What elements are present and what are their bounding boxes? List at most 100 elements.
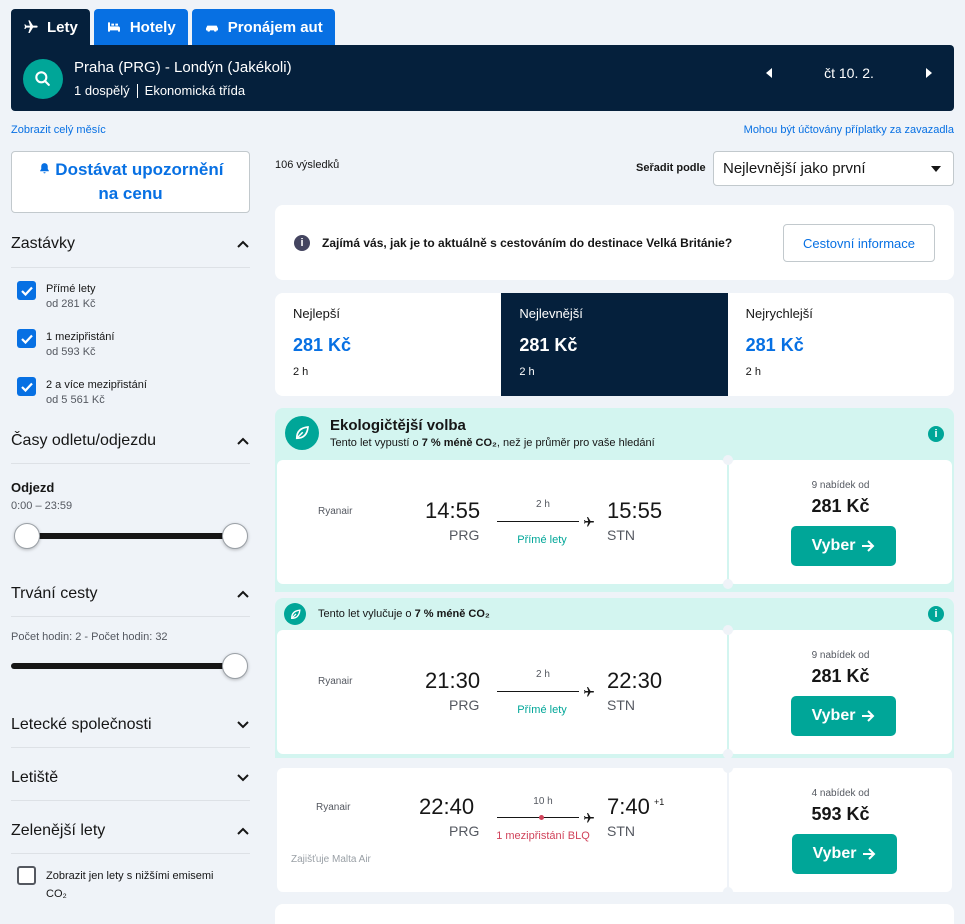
passengers-text: 1 dospělý <box>74 83 130 98</box>
eco-description: Tento let vypustí o 7 % méně CO₂, než je… <box>330 437 655 449</box>
tab-label: Pronájem aut <box>227 18 323 36</box>
tab-car-hire[interactable]: Pronájem aut <box>191 9 335 45</box>
flight-price: 593 Kč <box>811 804 870 824</box>
flight-leg[interactable]: Ryanair 21:30 PRG 2 h Přímé lety 22:30 S… <box>277 630 727 754</box>
select-flight-button[interactable]: Vyber <box>791 526 896 566</box>
flight-card[interactable]: Ryanair 14:55 PRG 2 h Přímé lety 15:55 S… <box>277 455 952 589</box>
sort-tab-cheapest[interactable]: Nejlevnější 281 Kč 2 h <box>501 293 728 396</box>
greener-option[interactable]: Zobrazit jen lety s nižšími emisemi CO₂ <box>17 866 214 903</box>
stops-info: Přímé lety <box>517 704 567 716</box>
sort-tabs: Nejlepší 281 Kč 2 h Nejlevnější 281 Kč 2… <box>275 293 954 396</box>
tab-label: Hotely <box>129 18 176 36</box>
car-icon <box>205 25 218 32</box>
search-summary-header[interactable]: Praha (PRG) - Londýn (Jakékoli) 1 dospěl… <box>11 45 954 111</box>
tab-hotels[interactable]: Hotely <box>93 9 188 45</box>
price-panel: 4 nabídek od 593 Kč Vyber <box>729 768 952 892</box>
airports-filter-header[interactable]: Letiště <box>11 769 250 787</box>
divider <box>136 83 138 98</box>
sort-tab-price: 281 Kč <box>745 335 804 355</box>
departure-airport: PRG <box>449 697 480 713</box>
next-date-button[interactable] <box>922 66 936 80</box>
arrival-time: 22:30 <box>607 668 663 693</box>
offers-count: 9 nabídek od <box>811 650 870 661</box>
select-button-label: Vyber <box>811 707 856 724</box>
search-icon[interactable] <box>23 59 63 99</box>
flight-card[interactable]: Ryanair 22:40 PRG 10 h 1 mezipřistání BL… <box>277 763 952 897</box>
option-label: Zobrazit jen lety s nižšími emisemi <box>46 870 214 882</box>
card-notch <box>723 625 733 635</box>
airlines-filter-header[interactable]: Letecké společnosti <box>11 716 250 734</box>
duration-filter-header[interactable]: Trvání cesty <box>11 585 250 603</box>
departure-slider-max-handle[interactable] <box>222 523 248 549</box>
airline-name: Ryanair <box>318 506 353 517</box>
eco-text: , než je průměr pro vaše hledání <box>496 437 655 449</box>
departure-slider-min-handle[interactable] <box>14 523 40 549</box>
airline-name: Ryanair <box>316 802 351 813</box>
option-label: 2 a více mezipřistání <box>46 379 147 391</box>
tab-flights[interactable]: Lety <box>11 9 90 45</box>
select-flight-button[interactable]: Vyber <box>792 834 897 874</box>
eco-info-icon[interactable]: i <box>928 606 944 622</box>
show-whole-month-link[interactable]: Zobrazit celý měsíc <box>11 124 106 136</box>
baggage-fees-link[interactable]: Mohou být účtovány příplatky za zavazadl… <box>744 124 954 136</box>
plane-icon <box>24 20 38 33</box>
eco-info-icon[interactable]: i <box>928 426 944 442</box>
flight-card-next[interactable] <box>275 904 954 924</box>
departure-time: 22:40 <box>419 794 475 819</box>
option-price: od 5 561 Kč <box>46 394 105 406</box>
arrival-time: 7:40 <box>607 794 650 819</box>
flight-line <box>497 521 579 522</box>
checkbox-checked[interactable] <box>17 377 36 396</box>
sort-select[interactable]: Nejlevnější jako první <box>713 151 954 186</box>
card-notch <box>723 749 733 759</box>
selected-date: čt 10. 2. <box>824 65 874 81</box>
previous-date-button[interactable] <box>762 66 776 80</box>
duration-range: Počet hodin: 2 - Počet hodin: 32 <box>11 631 168 643</box>
chevron-down-icon <box>237 721 249 729</box>
flight-line <box>497 817 579 818</box>
sort-tab-price: 281 Kč <box>519 335 578 355</box>
stops-option-one-stop[interactable]: 1 mezipřistání od 593 Kč <box>17 329 114 358</box>
checkbox-unchecked[interactable] <box>17 866 36 885</box>
stops-filter-header[interactable]: Zastávky <box>11 235 250 253</box>
sort-tab-name: Nejlepší <box>293 306 340 321</box>
times-filter-header[interactable]: Časy odletu/odjezdu <box>11 432 250 450</box>
route-text: Praha (PRG) - Londýn (Jakékoli) <box>74 59 292 76</box>
flight-price: 281 Kč <box>811 666 870 686</box>
travel-info-banner: i Zajímá vás, jak je to aktuálně s cesto… <box>275 205 954 280</box>
stops-option-two-plus[interactable]: 2 a více mezipřistání od 5 561 Kč <box>17 377 147 406</box>
option-label: 1 mezipřistání <box>46 331 115 343</box>
divider <box>11 853 250 854</box>
checkbox-checked[interactable] <box>17 281 36 300</box>
select-button-label: Vyber <box>811 537 856 554</box>
flight-duration: 10 h <box>533 796 553 807</box>
flight-card[interactable]: Ryanair 21:30 PRG 2 h Přímé lety 22:30 S… <box>277 625 952 759</box>
travel-info-button[interactable]: Cestovní informace <box>783 224 935 262</box>
filter-title: Letecké společnosti <box>11 716 152 733</box>
eco-title: Ekologičtější volba <box>330 417 466 434</box>
checkbox-checked[interactable] <box>17 329 36 348</box>
date-selector: čt 10. 2. <box>762 63 936 83</box>
card-notch <box>723 579 733 589</box>
select-flight-button[interactable]: Vyber <box>791 696 896 736</box>
offers-count: 4 nabídek od <box>811 788 870 799</box>
greener-filter-header[interactable]: Zelenější lety <box>11 822 250 840</box>
price-alert-button[interactable]: Dostávat upozornění na cenu <box>11 151 250 213</box>
flight-leg[interactable]: Ryanair 22:40 PRG 10 h 1 mezipřistání BL… <box>277 768 727 892</box>
sort-tab-fastest[interactable]: Nejrychlejší 281 Kč 2 h <box>728 293 954 396</box>
stops-option-direct[interactable]: Přímé lety od 281 Kč <box>17 281 96 310</box>
bell-icon <box>39 163 49 174</box>
chevron-up-icon <box>237 240 249 248</box>
leaf-icon <box>285 416 319 450</box>
airline-name: Ryanair <box>318 676 353 687</box>
operated-by: Zajišťuje Malta Air <box>291 854 371 865</box>
flight-leg[interactable]: Ryanair 14:55 PRG 2 h Přímé lety 15:55 S… <box>277 460 727 584</box>
eco-text-bold: 7 % méně CO₂ <box>414 608 490 620</box>
sort-tab-best[interactable]: Nejlepší 281 Kč 2 h <box>275 293 501 396</box>
eco-text-bold: 7 % méně CO₂ <box>421 437 497 449</box>
bed-icon <box>107 22 120 32</box>
sort-tab-price: 281 Kč <box>293 335 352 355</box>
duration-slider-handle[interactable] <box>222 653 248 679</box>
duration-slider-track <box>11 663 235 669</box>
chevron-up-icon <box>237 437 249 445</box>
